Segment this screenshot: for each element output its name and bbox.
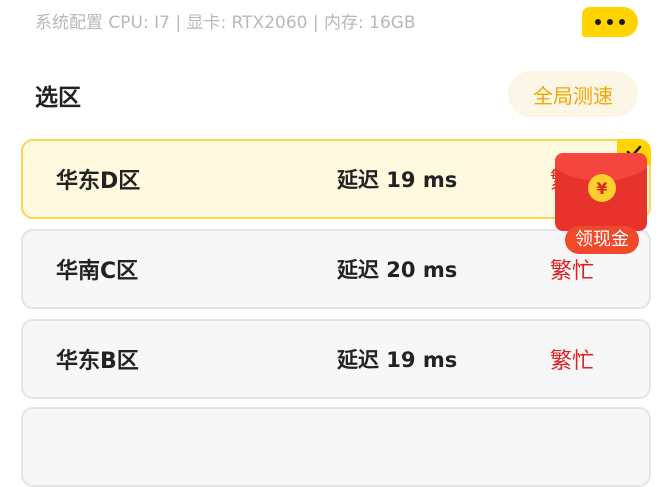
region-name: 华东D区	[56, 169, 141, 194]
region-status: 繁忙	[550, 349, 595, 374]
more-options-button[interactable]	[582, 7, 638, 37]
global-speed-test-button[interactable]: 全局测速	[508, 71, 638, 117]
region-latency: 延迟 20 ms	[337, 258, 458, 282]
region-latency: 延迟 19 ms	[337, 348, 458, 372]
section-title: 选区	[35, 85, 81, 111]
more-dot-icon	[595, 19, 601, 25]
more-dot-icon	[619, 19, 625, 25]
region-status: 繁忙	[550, 259, 595, 284]
region-card-partial[interactable]	[21, 407, 651, 487]
claim-cash-label: 领现金	[565, 226, 639, 254]
region-name: 华南C区	[56, 259, 139, 284]
region-card[interactable]: 华东B区 延迟 19 ms 繁忙	[21, 319, 651, 399]
region-latency: 延迟 19 ms	[337, 168, 458, 192]
red-packet-promo[interactable]: ¥ 领现金	[555, 150, 655, 256]
region-name: 华东B区	[56, 349, 139, 374]
system-info-text: 系统配置 CPU: I7 | 显卡: RTX2060 | 内存: 16GB	[35, 13, 416, 33]
more-dot-icon	[607, 19, 613, 25]
coin-icon: ¥	[588, 174, 616, 202]
